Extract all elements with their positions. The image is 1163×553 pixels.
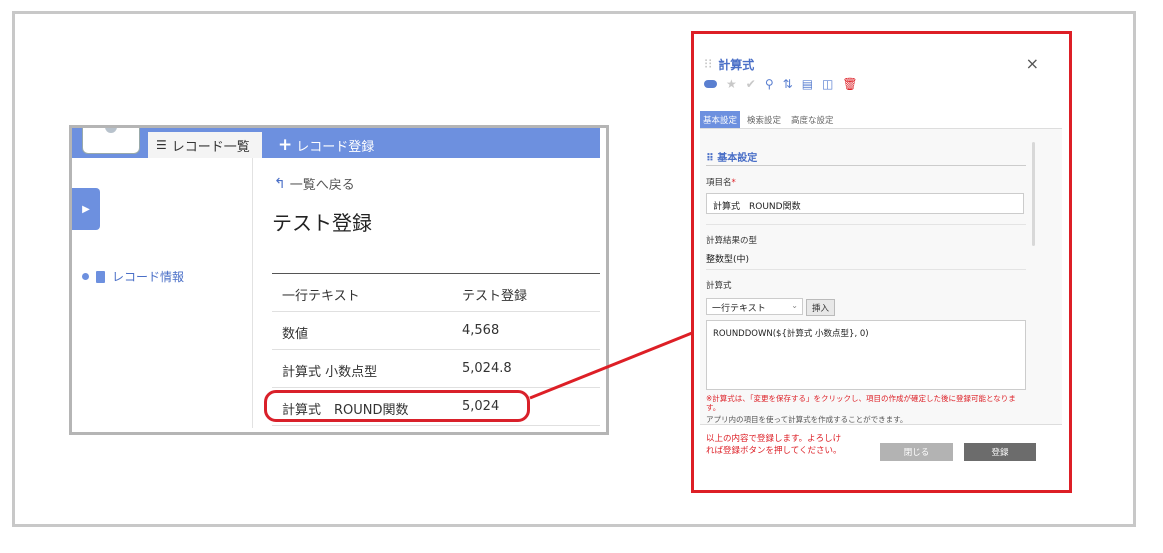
footer-message: 以上の内容で登録します。よろしければ登録ボタンを押してください。: [706, 434, 842, 456]
tab-search[interactable]: 検索設定: [744, 111, 784, 129]
formula-label: 計算式: [706, 281, 732, 291]
section-divider: [706, 165, 1026, 166]
section-title: ⠿ 基本設定: [706, 153, 758, 164]
dialog-toolbar: ★ ✔ ⚲ ⇅ ▤ ◫ 🗑: [704, 77, 858, 91]
divider: [706, 269, 1026, 270]
field-name-input[interactable]: 計算式 ROUND関数: [706, 193, 1024, 214]
section-title-label: 基本設定: [717, 153, 758, 164]
divider: [706, 224, 1026, 225]
footer-divider: [700, 424, 1062, 425]
dialog-header: ⁝⁝ 計算式: [704, 56, 754, 73]
result-type-value: 整数型(中): [706, 255, 750, 265]
result-type-label: 計算結果の型: [706, 236, 758, 246]
list-view-icon[interactable]: ▤: [802, 77, 813, 91]
tab-advanced[interactable]: 高度な設定: [788, 111, 837, 129]
sort-icon[interactable]: ⇅: [783, 77, 793, 91]
trash-icon[interactable]: 🗑: [842, 77, 857, 91]
close-icon[interactable]: ×: [1026, 54, 1039, 73]
register-button[interactable]: 登録: [964, 443, 1036, 461]
dialog-tabs: 基本設定 検索設定 高度な設定: [700, 111, 837, 129]
scrollbar[interactable]: [1032, 142, 1035, 246]
field-name-label: 項目名*: [706, 176, 736, 188]
formula-note: ※計算式は、「変更を保存する」をクリックし、項目の作成が確定した後に登録可能とな…: [706, 394, 1016, 412]
formula-textarea[interactable]: ROUNDDOWN(${計算式 小数点型}, 0): [706, 320, 1026, 390]
tab-basic[interactable]: 基本設定: [700, 111, 741, 129]
field-select[interactable]: 一行テキスト ⌄: [706, 298, 803, 315]
close-button[interactable]: 閉じる: [880, 443, 953, 461]
star-icon[interactable]: ★: [726, 77, 737, 91]
toggle-icon[interactable]: [704, 80, 717, 88]
check-icon[interactable]: ✔: [746, 77, 756, 91]
dialog-title: 計算式: [718, 58, 755, 72]
insert-button[interactable]: 挿入: [806, 299, 836, 316]
field-select-value: 一行テキスト: [712, 304, 766, 314]
chevron-down-icon: ⌄: [791, 301, 798, 310]
field-name-label-text: 項目名: [706, 178, 732, 188]
formula-dialog: ⁝⁝ 計算式 × ★ ✔ ⚲ ⇅ ▤ ◫ 🗑 基本設定 検索設定 高度な設定 ⠿…: [691, 31, 1072, 493]
columns-icon[interactable]: ◫: [822, 77, 833, 91]
grip-icon: ⁝⁝: [704, 57, 713, 72]
required-mark: *: [731, 178, 736, 188]
search-icon[interactable]: ⚲: [765, 77, 774, 91]
